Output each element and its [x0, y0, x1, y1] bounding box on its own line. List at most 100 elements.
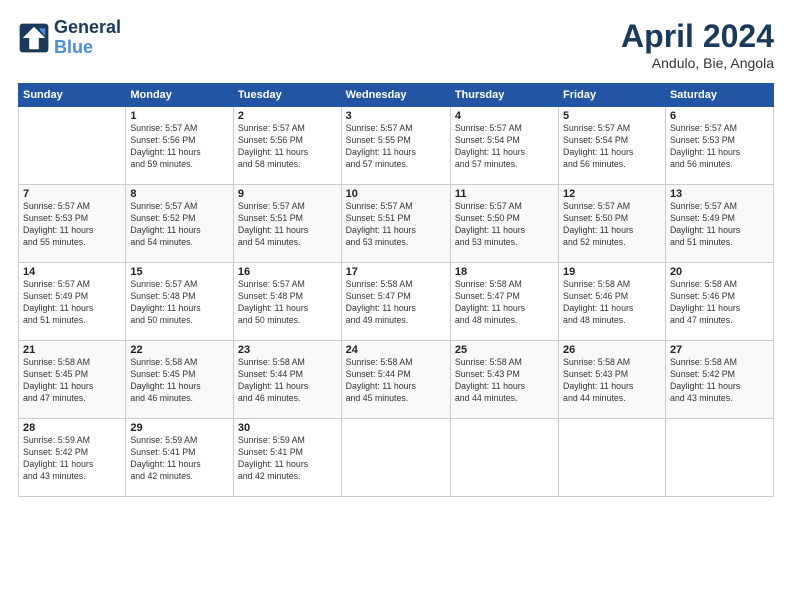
day-cell: 5Sunrise: 5:57 AM Sunset: 5:54 PM Daylig…	[559, 107, 666, 185]
day-info: Sunrise: 5:58 AM Sunset: 5:42 PM Dayligh…	[670, 357, 769, 405]
logo-icon	[18, 22, 50, 54]
title-block: April 2024 Andulo, Bie, Angola	[621, 18, 774, 71]
day-cell: 4Sunrise: 5:57 AM Sunset: 5:54 PM Daylig…	[450, 107, 558, 185]
day-info: Sunrise: 5:59 AM Sunset: 5:41 PM Dayligh…	[238, 435, 337, 483]
day-info: Sunrise: 5:57 AM Sunset: 5:56 PM Dayligh…	[130, 123, 229, 171]
day-number: 8	[130, 188, 229, 200]
col-friday: Friday	[559, 84, 666, 107]
day-cell	[341, 419, 450, 497]
col-tuesday: Tuesday	[233, 84, 341, 107]
day-cell: 20Sunrise: 5:58 AM Sunset: 5:46 PM Dayli…	[665, 263, 773, 341]
day-number: 15	[130, 266, 229, 278]
day-cell: 25Sunrise: 5:58 AM Sunset: 5:43 PM Dayli…	[450, 341, 558, 419]
header-row: Sunday Monday Tuesday Wednesday Thursday…	[19, 84, 774, 107]
day-info: Sunrise: 5:59 AM Sunset: 5:41 PM Dayligh…	[130, 435, 229, 483]
day-info: Sunrise: 5:58 AM Sunset: 5:45 PM Dayligh…	[130, 357, 229, 405]
day-cell	[559, 419, 666, 497]
day-cell: 1Sunrise: 5:57 AM Sunset: 5:56 PM Daylig…	[126, 107, 234, 185]
day-number: 21	[23, 344, 121, 356]
day-info: Sunrise: 5:57 AM Sunset: 5:55 PM Dayligh…	[346, 123, 446, 171]
day-cell: 19Sunrise: 5:58 AM Sunset: 5:46 PM Dayli…	[559, 263, 666, 341]
day-cell: 27Sunrise: 5:58 AM Sunset: 5:42 PM Dayli…	[665, 341, 773, 419]
day-number: 18	[455, 266, 554, 278]
day-info: Sunrise: 5:58 AM Sunset: 5:46 PM Dayligh…	[670, 279, 769, 327]
day-cell: 15Sunrise: 5:57 AM Sunset: 5:48 PM Dayli…	[126, 263, 234, 341]
day-number: 14	[23, 266, 121, 278]
day-number: 13	[670, 188, 769, 200]
day-info: Sunrise: 5:57 AM Sunset: 5:49 PM Dayligh…	[670, 201, 769, 249]
location: Andulo, Bie, Angola	[621, 55, 774, 71]
day-number: 20	[670, 266, 769, 278]
day-number: 1	[130, 110, 229, 122]
day-info: Sunrise: 5:57 AM Sunset: 5:48 PM Dayligh…	[238, 279, 337, 327]
logo-text: General Blue	[54, 18, 121, 58]
day-cell	[450, 419, 558, 497]
day-number: 9	[238, 188, 337, 200]
day-info: Sunrise: 5:57 AM Sunset: 5:54 PM Dayligh…	[563, 123, 661, 171]
day-info: Sunrise: 5:57 AM Sunset: 5:51 PM Dayligh…	[346, 201, 446, 249]
week-row-1: 1Sunrise: 5:57 AM Sunset: 5:56 PM Daylig…	[19, 107, 774, 185]
day-cell: 10Sunrise: 5:57 AM Sunset: 5:51 PM Dayli…	[341, 185, 450, 263]
day-cell: 30Sunrise: 5:59 AM Sunset: 5:41 PM Dayli…	[233, 419, 341, 497]
day-number: 2	[238, 110, 337, 122]
col-wednesday: Wednesday	[341, 84, 450, 107]
calendar-table: Sunday Monday Tuesday Wednesday Thursday…	[18, 83, 774, 497]
day-info: Sunrise: 5:57 AM Sunset: 5:48 PM Dayligh…	[130, 279, 229, 327]
col-sunday: Sunday	[19, 84, 126, 107]
day-cell: 8Sunrise: 5:57 AM Sunset: 5:52 PM Daylig…	[126, 185, 234, 263]
day-cell: 3Sunrise: 5:57 AM Sunset: 5:55 PM Daylig…	[341, 107, 450, 185]
day-number: 27	[670, 344, 769, 356]
week-row-4: 21Sunrise: 5:58 AM Sunset: 5:45 PM Dayli…	[19, 341, 774, 419]
day-cell: 11Sunrise: 5:57 AM Sunset: 5:50 PM Dayli…	[450, 185, 558, 263]
header: General Blue April 2024 Andulo, Bie, Ang…	[18, 18, 774, 71]
month-title: April 2024	[621, 18, 774, 55]
day-cell: 14Sunrise: 5:57 AM Sunset: 5:49 PM Dayli…	[19, 263, 126, 341]
day-cell: 2Sunrise: 5:57 AM Sunset: 5:56 PM Daylig…	[233, 107, 341, 185]
day-number: 30	[238, 422, 337, 434]
day-cell: 24Sunrise: 5:58 AM Sunset: 5:44 PM Dayli…	[341, 341, 450, 419]
day-number: 25	[455, 344, 554, 356]
col-monday: Monday	[126, 84, 234, 107]
day-number: 12	[563, 188, 661, 200]
day-info: Sunrise: 5:58 AM Sunset: 5:43 PM Dayligh…	[455, 357, 554, 405]
day-number: 17	[346, 266, 446, 278]
day-info: Sunrise: 5:58 AM Sunset: 5:47 PM Dayligh…	[346, 279, 446, 327]
day-cell: 18Sunrise: 5:58 AM Sunset: 5:47 PM Dayli…	[450, 263, 558, 341]
day-cell: 16Sunrise: 5:57 AM Sunset: 5:48 PM Dayli…	[233, 263, 341, 341]
day-info: Sunrise: 5:57 AM Sunset: 5:50 PM Dayligh…	[455, 201, 554, 249]
day-cell: 23Sunrise: 5:58 AM Sunset: 5:44 PM Dayli…	[233, 341, 341, 419]
day-info: Sunrise: 5:57 AM Sunset: 5:54 PM Dayligh…	[455, 123, 554, 171]
day-info: Sunrise: 5:57 AM Sunset: 5:52 PM Dayligh…	[130, 201, 229, 249]
day-cell: 7Sunrise: 5:57 AM Sunset: 5:53 PM Daylig…	[19, 185, 126, 263]
day-cell: 17Sunrise: 5:58 AM Sunset: 5:47 PM Dayli…	[341, 263, 450, 341]
day-cell	[665, 419, 773, 497]
week-row-2: 7Sunrise: 5:57 AM Sunset: 5:53 PM Daylig…	[19, 185, 774, 263]
day-info: Sunrise: 5:57 AM Sunset: 5:50 PM Dayligh…	[563, 201, 661, 249]
table-header: Sunday Monday Tuesday Wednesday Thursday…	[19, 84, 774, 107]
calendar-body: 1Sunrise: 5:57 AM Sunset: 5:56 PM Daylig…	[19, 107, 774, 497]
week-row-5: 28Sunrise: 5:59 AM Sunset: 5:42 PM Dayli…	[19, 419, 774, 497]
day-cell: 6Sunrise: 5:57 AM Sunset: 5:53 PM Daylig…	[665, 107, 773, 185]
day-info: Sunrise: 5:57 AM Sunset: 5:56 PM Dayligh…	[238, 123, 337, 171]
day-number: 4	[455, 110, 554, 122]
day-number: 3	[346, 110, 446, 122]
day-cell: 26Sunrise: 5:58 AM Sunset: 5:43 PM Dayli…	[559, 341, 666, 419]
day-info: Sunrise: 5:57 AM Sunset: 5:53 PM Dayligh…	[670, 123, 769, 171]
day-cell	[19, 107, 126, 185]
page: General Blue April 2024 Andulo, Bie, Ang…	[0, 0, 792, 507]
day-cell: 9Sunrise: 5:57 AM Sunset: 5:51 PM Daylig…	[233, 185, 341, 263]
week-row-3: 14Sunrise: 5:57 AM Sunset: 5:49 PM Dayli…	[19, 263, 774, 341]
day-number: 19	[563, 266, 661, 278]
day-cell: 22Sunrise: 5:58 AM Sunset: 5:45 PM Dayli…	[126, 341, 234, 419]
logo-line2: Blue	[54, 38, 121, 58]
day-info: Sunrise: 5:58 AM Sunset: 5:47 PM Dayligh…	[455, 279, 554, 327]
day-info: Sunrise: 5:58 AM Sunset: 5:43 PM Dayligh…	[563, 357, 661, 405]
day-cell: 21Sunrise: 5:58 AM Sunset: 5:45 PM Dayli…	[19, 341, 126, 419]
day-info: Sunrise: 5:58 AM Sunset: 5:44 PM Dayligh…	[238, 357, 337, 405]
day-number: 26	[563, 344, 661, 356]
day-number: 24	[346, 344, 446, 356]
day-info: Sunrise: 5:58 AM Sunset: 5:45 PM Dayligh…	[23, 357, 121, 405]
day-info: Sunrise: 5:59 AM Sunset: 5:42 PM Dayligh…	[23, 435, 121, 483]
day-number: 29	[130, 422, 229, 434]
day-info: Sunrise: 5:58 AM Sunset: 5:46 PM Dayligh…	[563, 279, 661, 327]
